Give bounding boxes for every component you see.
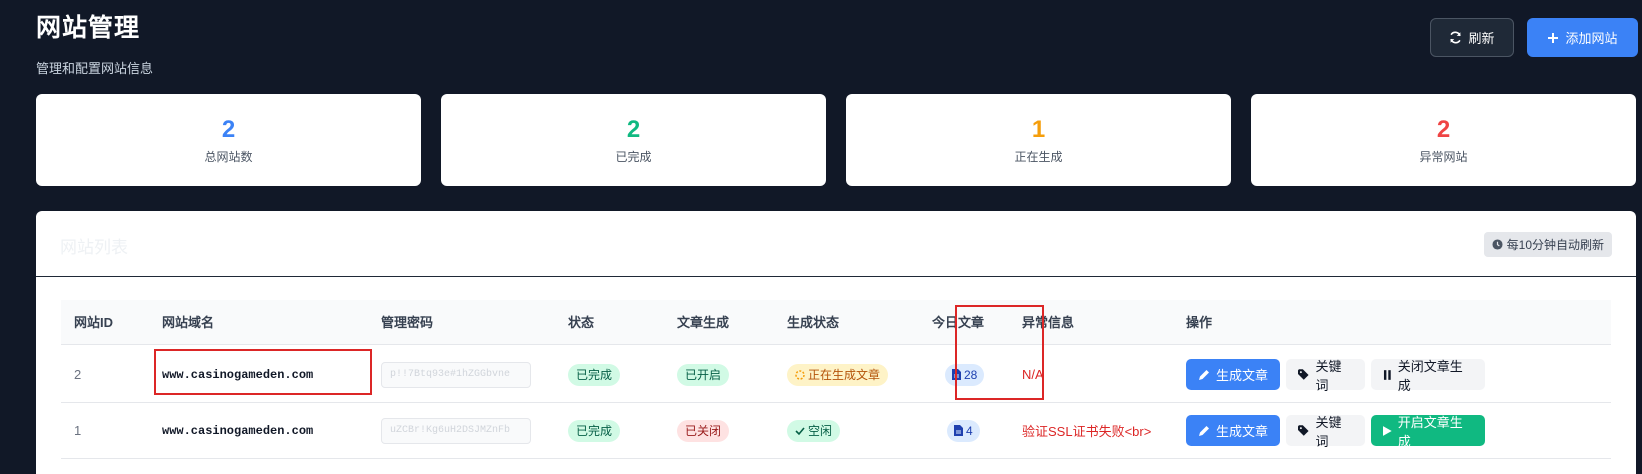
stat-card-abnormal: 2 异常网站 <box>1251 94 1636 186</box>
pause-icon <box>1383 369 1391 380</box>
refresh-button[interactable]: 刷新 <box>1430 18 1514 57</box>
col-header-gen-status: 生成状态 <box>787 315 840 330</box>
disable-article-gen-label: 关闭文章生成 <box>1397 358 1463 393</box>
add-website-label: 添加网站 <box>1565 31 1618 46</box>
col-header-article-gen: 文章生成 <box>677 315 730 330</box>
generate-article-label: 生成文章 <box>1216 424 1269 439</box>
plus-icon <box>1548 32 1559 43</box>
check-icon <box>795 426 805 435</box>
tags-icon <box>1298 368 1309 380</box>
col-header-status: 状态 <box>568 315 595 330</box>
table-row: 1 www.casinogameden.com uZCBr!Kg6uH2DSJM… <box>61 402 1611 459</box>
row-domain[interactable]: www.casinogameden.com <box>162 402 313 459</box>
stat-value: 1 <box>1031 115 1046 143</box>
keywords-label: 关键词 <box>1315 358 1342 393</box>
keywords-button[interactable]: 关键词 <box>1286 415 1365 449</box>
page-title: 网站管理 <box>36 14 141 42</box>
disable-article-gen-button[interactable]: 关闭文章生成 <box>1371 359 1485 393</box>
row-id: 2 <box>74 367 82 382</box>
gen-status-badge: 空闲 <box>787 419 841 442</box>
stat-value: 2 <box>221 115 236 143</box>
status-badge: 已完成 <box>568 419 621 442</box>
article-gen-badge: 已开启 <box>677 363 730 386</box>
sync-icon <box>1450 31 1462 44</box>
keywords-button[interactable]: 关键词 <box>1286 359 1365 393</box>
col-header-domain: 网站域名 <box>162 315 215 330</box>
gen-status-label: 正在生成文章 <box>808 368 881 382</box>
row-password[interactable]: uZCBr!Kg6uH2DSJMZnFb <box>381 417 531 444</box>
generate-article-button[interactable]: 生成文章 <box>1186 359 1280 390</box>
auto-refresh-badge: 每10分钟自动刷新 <box>1483 232 1612 257</box>
row-id: 1 <box>74 423 82 438</box>
stat-card-generating: 1 正在生成 <box>846 94 1231 186</box>
article-gen-badge: 已关闭 <box>677 419 730 442</box>
stat-label: 已完成 <box>615 149 652 164</box>
error-info: 验证SSL证书失败<br> <box>1022 424 1152 439</box>
pencil-icon <box>1199 369 1209 380</box>
play-icon <box>1383 425 1392 436</box>
enable-article-gen-button[interactable]: 开启文章生成 <box>1371 415 1485 449</box>
gen-status-label: 空闲 <box>808 424 833 438</box>
stat-label: 总网站数 <box>204 149 253 164</box>
enable-article-gen-label: 开启文章生成 <box>1397 414 1463 449</box>
col-header-actions: 操作 <box>1186 315 1213 330</box>
generate-article-button[interactable]: 生成文章 <box>1186 415 1280 446</box>
page-header: 网站管理 管理和配置网站信息 <box>36 8 153 77</box>
refresh-label: 刷新 <box>1468 31 1495 46</box>
col-header-id: 网站ID <box>74 315 114 330</box>
stat-label: 异常网站 <box>1419 149 1468 164</box>
gen-status-badge: 正在生成文章 <box>787 363 889 386</box>
today-articles-badge: 4 <box>947 419 980 442</box>
highlight-box-today-articles <box>955 305 1044 400</box>
file-icon <box>954 425 963 436</box>
stat-value: 2 <box>626 115 641 143</box>
auto-refresh-label: 每10分钟自动刷新 <box>1506 238 1604 252</box>
today-articles-count: 4 <box>966 423 973 438</box>
panel-title: 网站列表 <box>60 238 128 257</box>
status-badge: 已完成 <box>568 363 621 386</box>
highlight-box-domain <box>154 349 372 395</box>
stat-card-completed: 2 已完成 <box>441 94 826 186</box>
page-subtitle: 管理和配置网站信息 <box>36 61 154 76</box>
clock-icon <box>1492 239 1503 250</box>
row-password[interactable]: p!!7Btq93e#1hZGGbvne <box>381 361 531 388</box>
generate-article-label: 生成文章 <box>1216 368 1269 383</box>
col-header-password: 管理密码 <box>381 315 434 330</box>
table-header: 网站ID 网站域名 管理密码 状态 文章生成 生成状态 今日文章 异常信息 操作 <box>61 300 1611 345</box>
panel-divider <box>36 276 1636 277</box>
website-list-panel: 网站列表 每10分钟自动刷新 网站ID 网站域名 管理密码 状态 文章生成 生成… <box>36 211 1636 474</box>
spinner-icon <box>795 369 805 380</box>
tags-icon <box>1298 424 1309 436</box>
pencil-icon <box>1199 425 1209 436</box>
stat-card-total: 2 总网站数 <box>36 94 421 186</box>
stat-label: 正在生成 <box>1014 149 1063 164</box>
stat-value: 2 <box>1436 115 1451 143</box>
add-website-button[interactable]: 添加网站 <box>1527 18 1638 57</box>
keywords-label: 关键词 <box>1315 414 1342 449</box>
